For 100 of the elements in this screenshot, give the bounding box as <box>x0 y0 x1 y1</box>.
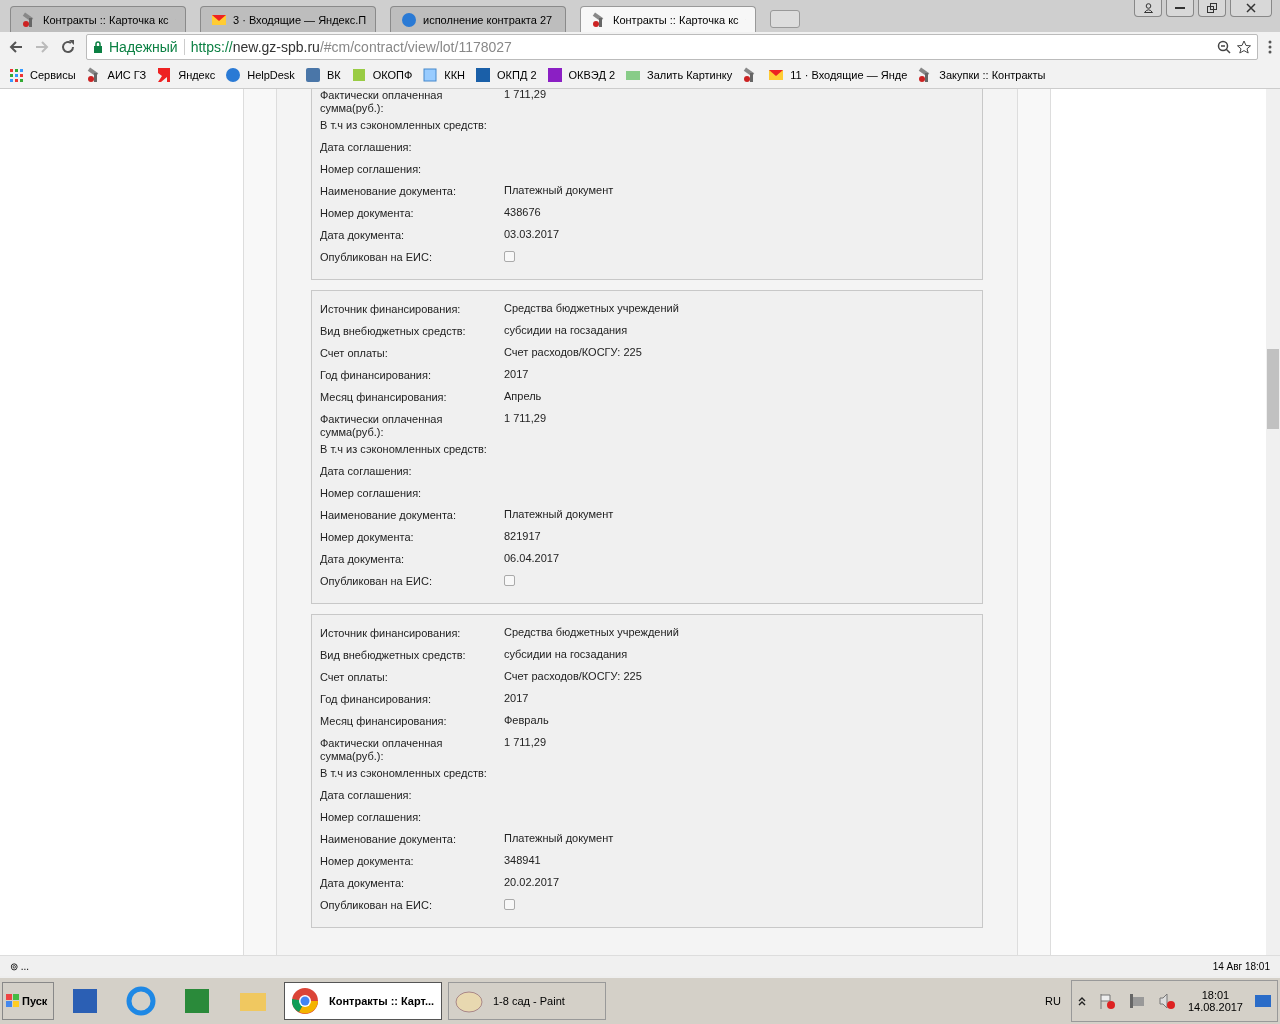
close-window-button[interactable] <box>1230 0 1272 17</box>
field-value: 438676 <box>504 205 542 220</box>
field-label: Наименование документа: <box>320 832 457 847</box>
scrollbar[interactable] <box>1266 89 1280 955</box>
field-label: Наименование документа: <box>320 184 457 199</box>
bookmark[interactable]: Залить Картинку <box>625 67 733 83</box>
checkbox[interactable] <box>504 251 515 262</box>
back-icon[interactable] <box>8 39 24 55</box>
field-value: Средства бюджетных учреждений <box>504 625 680 640</box>
bookmark[interactable]: HelpDesk <box>225 67 295 83</box>
field-label: Дата документа: <box>320 552 406 567</box>
field-label: Месяц финансирования: <box>320 714 448 729</box>
clock[interactable]: 18:01 14.08.2017 <box>1187 989 1243 1013</box>
start-button[interactable]: Пуск <box>2 982 54 1020</box>
field-label: Источник финансирования: <box>320 302 462 317</box>
zoom-out-icon[interactable] <box>1217 40 1231 54</box>
field-label: Опубликован на ЕИС: <box>320 898 434 913</box>
url-text: https://new.gz-spb.ru/#cm/contract/view/lot/1178027 <box>190 39 513 55</box>
bookmark[interactable]: ОКОПФ <box>350 67 413 83</box>
bookmark-label: ОКВЭД 2 <box>568 69 616 81</box>
field-label: Дата соглашения: <box>320 788 413 803</box>
flag-icon[interactable] <box>1097 992 1116 1010</box>
browser-tab[interactable]: исполнение контракта 27 <box>390 6 566 32</box>
browser-tab[interactable]: 3 · Входящие — Яндекс.П <box>200 6 376 32</box>
field-value: субсидии на госзадания <box>504 647 629 662</box>
field-value: 348941 <box>504 853 542 868</box>
field-label: Номер документа: <box>320 530 415 545</box>
field-label: В т.ч из сэкономленных средств: <box>320 766 488 781</box>
language-indicator[interactable]: RU <box>1045 995 1061 1007</box>
field-value: Февраль <box>504 713 550 728</box>
field-value: 821917 <box>504 529 542 544</box>
field-value: Средства бюджетных учреждений <box>504 301 680 316</box>
browser-tab[interactable]: Контракты :: Карточка кс <box>10 6 186 32</box>
bookmark-label: Сервисы <box>30 69 76 81</box>
taskbar-button[interactable]: Контракты :: Карт... <box>284 982 442 1020</box>
desktop-icon[interactable] <box>1255 993 1271 1009</box>
field-label: Месяц финансирования: <box>320 390 448 405</box>
field-value: 1 711,29 <box>504 411 547 426</box>
envelope-icon <box>768 67 785 83</box>
field-value: 1 711,29 <box>504 735 547 750</box>
bookmark-label: АИС ГЗ <box>107 69 147 81</box>
field-value: 2017 <box>504 367 530 382</box>
bookmark[interactable]: Закупки :: Контракты <box>917 67 1046 83</box>
scrollbar-thumb[interactable] <box>1267 349 1279 429</box>
square-logo-icon <box>304 67 321 83</box>
field-value: субсидии на госзадания <box>504 323 629 338</box>
browser-tab[interactable]: Контракты :: Карточка кс <box>580 6 756 32</box>
bookmark-label: ОКПД 2 <box>497 69 537 81</box>
field-label: Наименование документа: <box>320 508 457 523</box>
menu-icon[interactable] <box>1268 40 1272 54</box>
field-value: Платежный документ <box>504 183 615 198</box>
bookmark[interactable]: ОКВЭД 2 <box>546 67 616 83</box>
bookmark[interactable]: ОКПД 2 <box>475 67 537 83</box>
chevron-up-icon[interactable] <box>1077 996 1086 1006</box>
field-value: 1 711,29 <box>504 89 547 102</box>
bookmark-label: ВК <box>326 69 341 81</box>
profile-button[interactable] <box>1134 0 1162 17</box>
field-label: Вид внебюджетных средств: <box>320 648 467 663</box>
checkbox[interactable] <box>504 575 515 586</box>
close-icon <box>1246 3 1256 13</box>
field-value: 20.02.2017 <box>504 875 561 890</box>
bookmark[interactable]: АИС ГЗ <box>85 67 147 83</box>
windows-logo-icon <box>6 994 20 1008</box>
field-label: Номер соглашения: <box>320 486 423 501</box>
lock-icon <box>93 41 103 53</box>
reload-icon[interactable] <box>60 39 76 55</box>
bookmark-label: ОКОПФ <box>372 69 413 81</box>
field-value: Апрель <box>504 389 543 404</box>
restore-button[interactable] <box>1198 0 1226 17</box>
minimize-button[interactable] <box>1166 0 1194 17</box>
field-label: Вид внебюджетных средств: <box>320 324 467 339</box>
bookmark[interactable]: Яндекс <box>156 67 216 83</box>
star-icon[interactable] <box>1237 40 1251 54</box>
bookmark-label: Закупки :: Контракты <box>939 69 1046 81</box>
browser-icon <box>125 985 157 1017</box>
field-value: Счет расходов/КОСГУ: 225 <box>504 669 643 684</box>
bookmark-label: Яндекс <box>178 69 216 81</box>
bookmark-label: HelpDesk <box>247 69 295 81</box>
restore-icon <box>1207 3 1217 13</box>
bookmark-label: ККН <box>444 69 466 81</box>
field-label: Счет оплаты: <box>320 670 389 685</box>
bookmark[interactable]: ККН <box>422 67 466 83</box>
speaker-icon[interactable] <box>1157 992 1176 1010</box>
minimize-icon <box>1175 6 1185 10</box>
field-label: Фактически оплаченная сумма(руб.): <box>320 736 444 763</box>
secure-label: Надежный <box>109 39 178 55</box>
status-text: ⊚ ... <box>10 960 30 972</box>
field-label: Источник финансирования: <box>320 626 462 641</box>
bookmark[interactable]: ВК <box>304 67 341 83</box>
bookmark[interactable]: 11 · Входящие — Янде <box>768 67 908 83</box>
field-label: Номер документа: <box>320 854 415 869</box>
field-label: Номер соглашения: <box>320 162 423 177</box>
bookmark[interactable]: Сервисы <box>8 67 76 83</box>
field-value: 03.03.2017 <box>504 227 561 242</box>
field-label: Дата соглашения: <box>320 140 413 155</box>
field-label: Счет оплаты: <box>320 346 389 361</box>
address-bar[interactable]: Надежный https://new.gz-spb.ru/#cm/contract/view/lot/1178027 <box>86 34 1258 60</box>
taskbar-button[interactable]: 1-8 сад - Paint <box>448 982 606 1020</box>
checkbox[interactable] <box>504 899 515 910</box>
chrome-icon <box>289 985 321 1017</box>
